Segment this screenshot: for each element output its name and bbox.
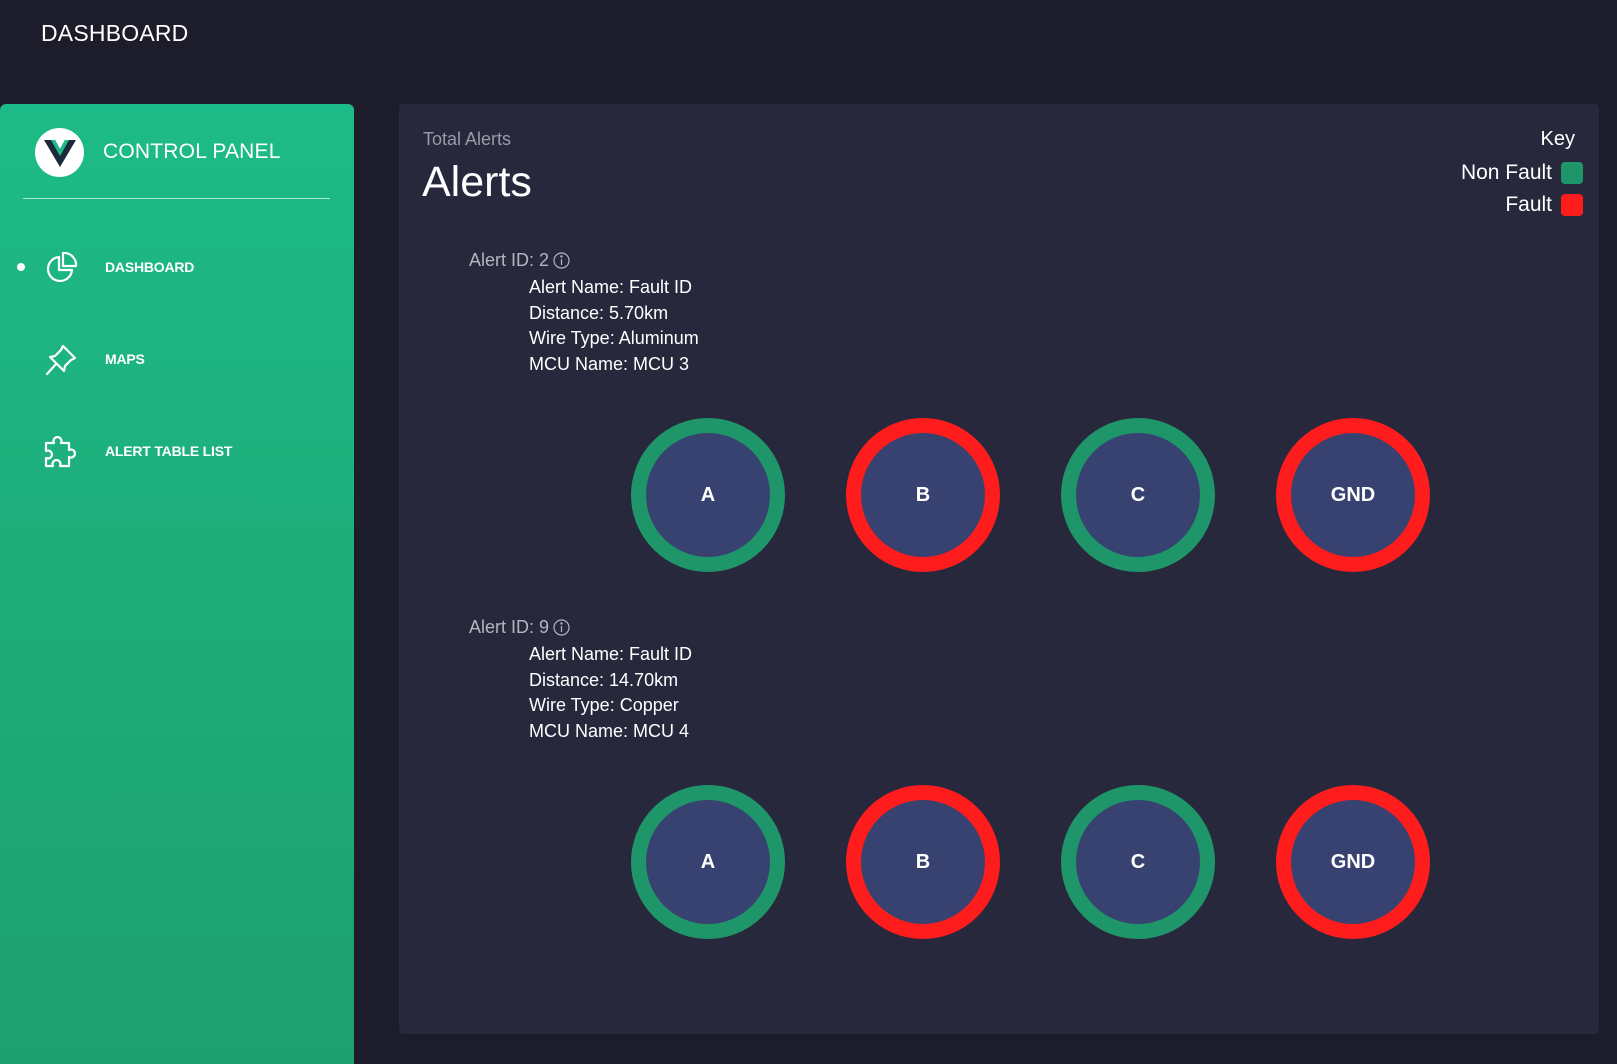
phase-b-indicator[interactable]: B	[846, 418, 1000, 572]
phase-c-indicator[interactable]: C	[1061, 785, 1215, 939]
phase-a-indicator[interactable]: A	[631, 785, 785, 939]
top-navbar: DASHBOARD	[0, 0, 1617, 104]
alert-name: Alert Name: Fault ID	[529, 644, 693, 664]
phase-c-indicator[interactable]: C	[1061, 418, 1215, 572]
active-indicator-dot	[17, 263, 25, 271]
alert-id: Alert ID: 2	[469, 250, 570, 271]
sidebar-item-label: ALERT TABLE LIST	[105, 443, 233, 459]
legend-swatch-green	[1561, 162, 1583, 184]
card-subtitle: Total Alerts	[423, 129, 512, 149]
alert-mcu-name: MCU Name: MCU 4	[529, 720, 690, 741]
sidebar: CONTROL PANEL DASHBOARD MAPS ALERT TABLE…	[0, 104, 354, 1064]
info-icon[interactable]	[553, 619, 570, 636]
alert-wire-type: Wire Type: Aluminum	[529, 328, 699, 348]
sidebar-brand[interactable]: CONTROL PANEL	[0, 104, 354, 199]
sidebar-item-alert-table-list[interactable]: ALERT TABLE LIST	[0, 421, 354, 481]
sidebar-item-dashboard[interactable]: DASHBOARD	[0, 237, 354, 297]
alert-id: Alert ID: 9	[469, 617, 570, 638]
page-title[interactable]: DASHBOARD	[41, 20, 189, 47]
sidebar-brand-title[interactable]: CONTROL PANEL	[103, 140, 281, 164]
pin-icon	[43, 342, 79, 378]
alert-details: Alert Name: Fault ID Distance: 14.70km W…	[529, 642, 692, 744]
legend-item-non-fault: Non Fault	[1461, 161, 1583, 185]
alert-distance: Distance: 14.70km	[529, 669, 679, 690]
pie-chart-icon	[43, 250, 79, 286]
vue-logo-icon[interactable]	[35, 128, 84, 177]
alert-id-label: Alert ID: 9	[469, 617, 550, 637]
legend-label: Non Fault	[1460, 161, 1552, 184]
info-icon[interactable]	[553, 252, 570, 269]
alert-id-label: Alert ID: 2	[469, 250, 550, 270]
alert-distance: Distance: 5.70km	[529, 302, 669, 323]
card-title: Alerts	[422, 158, 532, 206]
sidebar-divider	[23, 198, 330, 199]
alert-details: Alert Name: Fault ID Distance: 5.70km Wi…	[529, 275, 699, 377]
sidebar-item-maps[interactable]: MAPS	[0, 329, 354, 389]
legend-key: Key Non Fault Fault	[1461, 128, 1583, 225]
phase-indicators: A B C GND	[399, 418, 1599, 572]
legend-swatch-red	[1561, 194, 1583, 216]
alert-name: Alert Name: Fault ID	[529, 277, 693, 297]
alert-mcu-name: MCU Name: MCU 3	[529, 353, 690, 374]
phase-gnd-indicator[interactable]: GND	[1276, 785, 1430, 939]
legend-item-fault: Fault	[1461, 193, 1583, 217]
sidebar-item-label: DASHBOARD	[105, 259, 195, 275]
legend-title: Key	[1540, 128, 1575, 150]
sidebar-item-label: MAPS	[105, 351, 145, 367]
legend-label: Fault	[1505, 193, 1552, 216]
alert-wire-type: Wire Type: Copper	[529, 695, 679, 715]
phase-gnd-indicator[interactable]: GND	[1276, 418, 1430, 572]
phase-indicators: A B C GND	[399, 785, 1599, 939]
puzzle-icon	[43, 434, 79, 470]
phase-b-indicator[interactable]: B	[846, 785, 1000, 939]
alerts-card: Total Alerts Alerts Key Non Fault Fault …	[399, 104, 1599, 1034]
phase-a-indicator[interactable]: A	[631, 418, 785, 572]
